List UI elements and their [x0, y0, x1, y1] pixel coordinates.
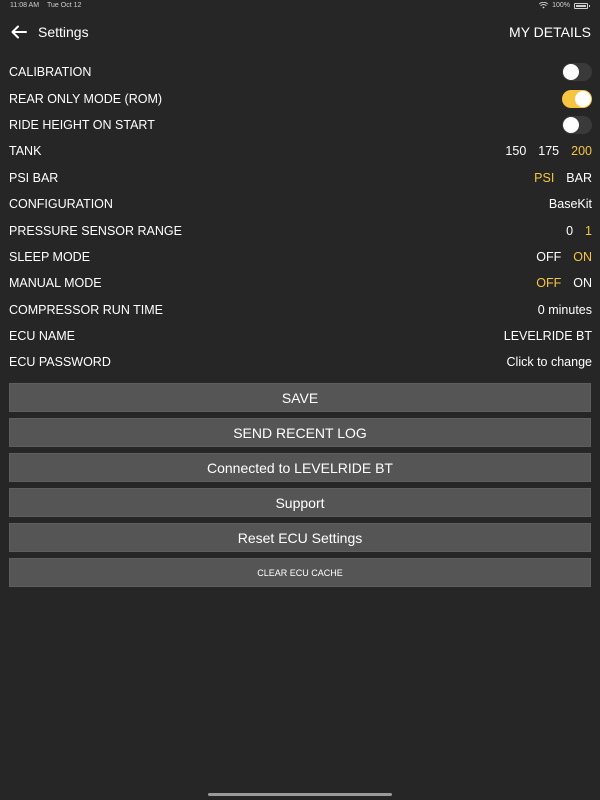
page-title: Settings [38, 24, 89, 40]
back-arrow-icon[interactable] [9, 22, 29, 42]
psi-bar-options: PSI BAR [534, 171, 592, 185]
tank-label: TANK [9, 144, 42, 159]
sleep-on-option[interactable]: ON [573, 250, 592, 264]
manual-mode-label: MANUAL MODE [9, 276, 102, 291]
pressure-range-row: PRESSURE SENSOR RANGE 0 1 [0, 217, 600, 243]
compressor-label: COMPRESSOR RUN TIME [9, 302, 163, 317]
wifi-icon [539, 2, 549, 9]
manual-on-option[interactable]: ON [573, 276, 592, 290]
ride-height-label: RIDE HEIGHT ON START [9, 117, 155, 132]
calibration-toggle[interactable] [562, 63, 592, 82]
range-option-0[interactable]: 0 [566, 224, 573, 238]
compressor-row: COMPRESSOR RUN TIME 0 minutes [0, 297, 600, 323]
toggle-knob [563, 116, 579, 133]
psi-bar-label: PSI BAR [9, 170, 59, 185]
settings-list: CALIBRATION REAR ONLY MODE (ROM) RIDE HE… [0, 59, 600, 376]
settings-screen: 11:08 AM Tue Oct 12 100% Settings MY DET… [0, 0, 600, 800]
ecu-password-change-link[interactable]: Click to change [507, 355, 592, 369]
manual-mode-options: OFF ON [536, 276, 592, 290]
tank-row: TANK 150 175 200 [0, 138, 600, 164]
tank-option-200[interactable]: 200 [571, 144, 592, 158]
configuration-value[interactable]: BaseKit [549, 197, 592, 211]
sleep-mode-label: SLEEP MODE [9, 249, 91, 264]
configuration-label: CONFIGURATION [9, 197, 113, 212]
rom-toggle[interactable] [562, 89, 592, 108]
clear-cache-button[interactable]: CLEAR ECU CACHE [9, 558, 591, 587]
rom-label: REAR ONLY MODE (ROM) [9, 91, 163, 106]
range-option-1[interactable]: 1 [585, 224, 592, 238]
status-time: 11:08 AM [10, 2, 40, 9]
tank-option-175[interactable]: 175 [538, 144, 559, 158]
pressure-range-label: PRESSURE SENSOR RANGE [9, 223, 182, 238]
ecu-name-value[interactable]: LEVELRIDE BT [504, 329, 592, 343]
sleep-off-option[interactable]: OFF [536, 250, 561, 264]
rom-row: REAR ONLY MODE (ROM) [0, 85, 600, 111]
ecu-password-row: ECU PASSWORD Click to change [0, 349, 600, 375]
tank-option-150[interactable]: 150 [505, 144, 526, 158]
ecu-password-label: ECU PASSWORD [9, 355, 111, 370]
ride-height-row: RIDE HEIGHT ON START [0, 112, 600, 138]
psi-bar-row: PSI BAR PSI BAR [0, 165, 600, 191]
ecu-name-label: ECU NAME [9, 329, 75, 344]
my-details-button[interactable]: MY DETAILS [509, 24, 591, 40]
ecu-name-row: ECU NAME LEVELRIDE BT [0, 323, 600, 349]
save-button[interactable]: SAVE [9, 383, 591, 412]
tank-options: 150 175 200 [505, 144, 592, 158]
action-buttons: SAVE SEND RECENT LOG Connected to LEVELR… [9, 383, 591, 593]
ride-height-toggle[interactable] [562, 115, 592, 134]
pressure-range-options: 0 1 [566, 224, 592, 238]
sleep-mode-row: SLEEP MODE OFF ON [0, 244, 600, 270]
psi-option[interactable]: PSI [534, 171, 554, 185]
send-log-button[interactable]: SEND RECENT LOG [9, 418, 591, 447]
configuration-row: CONFIGURATION BaseKit [0, 191, 600, 217]
compressor-value: 0 minutes [537, 302, 592, 317]
sleep-mode-options: OFF ON [536, 250, 592, 264]
reset-ecu-button[interactable]: Reset ECU Settings [9, 523, 591, 552]
toggle-knob [563, 64, 579, 81]
status-right: 100% [539, 2, 590, 9]
bar-option[interactable]: BAR [566, 171, 592, 185]
manual-off-option[interactable]: OFF [536, 276, 561, 290]
calibration-label: CALIBRATION [9, 65, 92, 80]
header: Settings MY DETAILS [0, 16, 600, 48]
status-bar: 11:08 AM Tue Oct 12 100% [0, 0, 600, 12]
support-button[interactable]: Support [9, 488, 591, 517]
manual-mode-row: MANUAL MODE OFF ON [0, 270, 600, 296]
status-date: Tue Oct 12 [47, 2, 82, 9]
connection-button[interactable]: Connected to LEVELRIDE BT [9, 453, 591, 482]
battery-icon [574, 2, 590, 9]
home-indicator[interactable] [208, 793, 392, 796]
battery-percent: 100% [552, 2, 570, 9]
toggle-knob [575, 90, 591, 107]
calibration-row: CALIBRATION [0, 59, 600, 85]
